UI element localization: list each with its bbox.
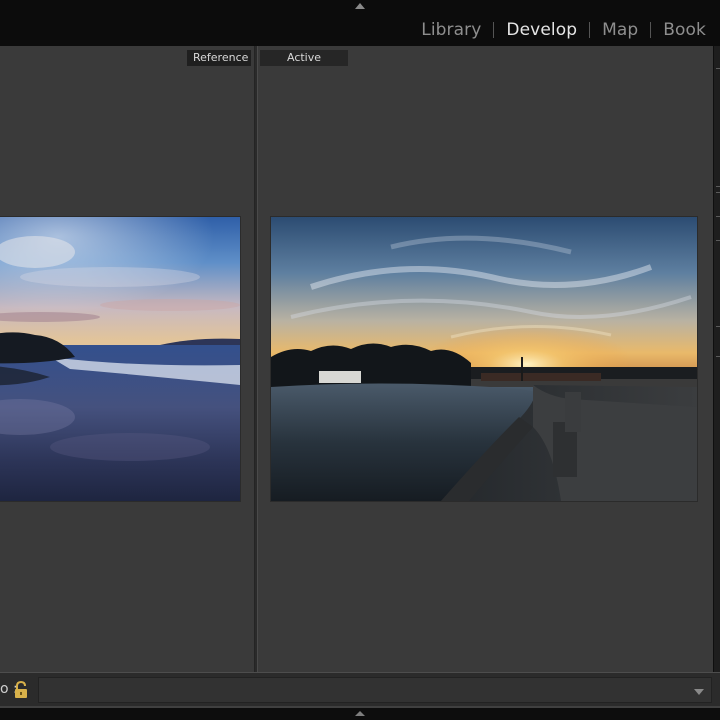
module-picker: Library Develop Map Book (421, 19, 706, 41)
reference-view-canvas: Reference Active (0, 46, 713, 672)
module-library[interactable]: Library (421, 19, 481, 41)
active-photo[interactable] (271, 217, 697, 501)
toolbar-field (38, 677, 712, 703)
module-separator (589, 22, 591, 38)
panel-edge-tick (716, 240, 720, 241)
module-map[interactable]: Map (602, 19, 638, 41)
chevron-down-icon[interactable] (694, 689, 704, 695)
active-label: Active (260, 50, 348, 66)
padlock-icon[interactable] (12, 680, 30, 700)
panel-edge-tick (716, 186, 720, 187)
lightroom-develop-compare-window: Library Develop Map Book Reference Activ… (0, 0, 720, 720)
reference-photo-image (0, 217, 240, 501)
reference-photo[interactable] (0, 217, 240, 501)
bottom-panel-toggle-icon[interactable] (355, 711, 365, 716)
right-panel-edge[interactable] (713, 46, 720, 672)
module-separator (493, 22, 495, 38)
module-develop[interactable]: Develop (506, 19, 577, 41)
active-pane[interactable]: Active (258, 46, 713, 672)
reference-label: Reference (187, 50, 251, 66)
bottom-edge-line (0, 706, 720, 708)
module-separator (650, 22, 652, 38)
bottom-panel-bar (0, 706, 720, 720)
padlock-icon-graphic (15, 680, 27, 698)
top-panel-bar: Library Develop Map Book (0, 0, 720, 46)
panel-edge-tick (716, 192, 720, 193)
reference-pane[interactable]: Reference (0, 46, 254, 672)
panel-edge-tick (716, 326, 720, 327)
module-book[interactable]: Book (663, 19, 706, 41)
panel-edge-tick (716, 216, 720, 217)
panel-edge-tick (716, 356, 720, 357)
top-panel-toggle-icon[interactable] (355, 3, 365, 9)
active-photo-image (271, 217, 697, 501)
panel-edge-tick (716, 68, 720, 69)
compare-toolbar: o : (0, 672, 720, 706)
